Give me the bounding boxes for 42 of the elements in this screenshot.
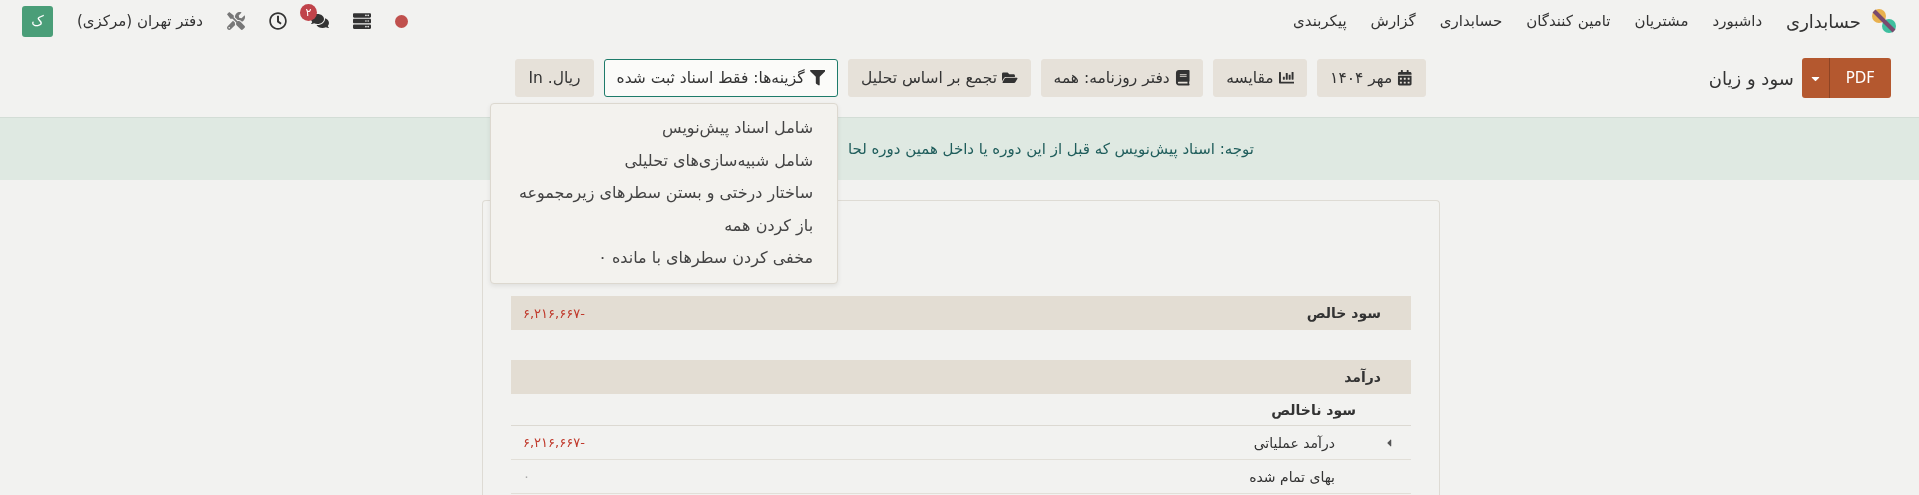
menu-item[interactable]: گزارش — [1370, 12, 1416, 30]
amount: ۰ — [523, 469, 530, 484]
filter-button[interactable]: مقایسه — [1213, 59, 1308, 97]
filter-button[interactable]: گزینه‌ها: فقط اسناد ثبت شده — [603, 59, 839, 97]
group-label: سود ناخالص — [1271, 401, 1356, 418]
export-menu-button[interactable] — [1801, 58, 1830, 98]
filter-icon — [809, 70, 826, 86]
menu-item[interactable]: مشتریان — [1634, 12, 1689, 30]
menu-item[interactable]: تامین کنندگان — [1526, 12, 1611, 30]
notice-text: توجه: اسناد پیش‌نویس که قبل از این دوره یا داخل همین دوره لحا — [847, 140, 1254, 158]
menu-option[interactable]: شامل اسناد پیش‌نویس — [491, 112, 838, 145]
status-dot[interactable] — [394, 14, 408, 28]
menu-item[interactable]: داشبورد — [1712, 12, 1763, 30]
report-title: سود و زیان — [1708, 67, 1794, 89]
folder-icon — [1002, 70, 1018, 86]
calendar-icon — [1397, 70, 1413, 86]
menu-option[interactable]: ساختار درختی و بستن سطرهای زیرمجموعه — [491, 177, 838, 210]
menu-option[interactable]: باز کردن همه — [491, 209, 838, 242]
menu-item[interactable]: حسابداری — [1439, 12, 1503, 30]
app-logo-icon — [1871, 8, 1897, 34]
book-icon — [1174, 70, 1191, 86]
menu-option[interactable]: شامل شبیه‌سازی‌های تحلیلی — [491, 144, 838, 177]
app-name[interactable]: حسابداری — [1786, 10, 1861, 32]
clock-icon[interactable] — [268, 12, 287, 30]
menu-option[interactable]: مخفی کردن سطرهای با مانده ۰ — [491, 242, 838, 275]
pdf-button[interactable]: PDF — [1829, 58, 1891, 98]
message-count-badge: ۲ — [300, 4, 317, 21]
filter-button[interactable]: مهر ۱۴۰۴ — [1317, 59, 1426, 97]
filter-button[interactable]: تجمع بر اساس تحلیل — [848, 59, 1031, 97]
account-label[interactable]: بهای تمام شده — [1249, 468, 1335, 485]
company-name[interactable]: دفتر تهران (مرکزی) — [77, 12, 203, 30]
section-label: درآمد — [1344, 369, 1381, 385]
tools-icon[interactable] — [226, 12, 245, 30]
filter-button[interactable]: دفتر روزنامه: همه — [1040, 59, 1204, 97]
amount: ۶,۲۱۶,۶۶۷- — [523, 305, 585, 321]
bar-chart-icon — [1278, 70, 1295, 86]
section-label: سود خالص — [1306, 305, 1381, 321]
server-icon[interactable] — [352, 12, 371, 30]
menu-item[interactable]: پیکربندی — [1293, 12, 1347, 30]
amount: ۶,۲۱۶,۶۶۷- — [523, 435, 585, 450]
filter-button[interactable]: In .ریال — [515, 59, 594, 97]
account-label[interactable]: درآمد عملیاتی — [1253, 434, 1335, 451]
